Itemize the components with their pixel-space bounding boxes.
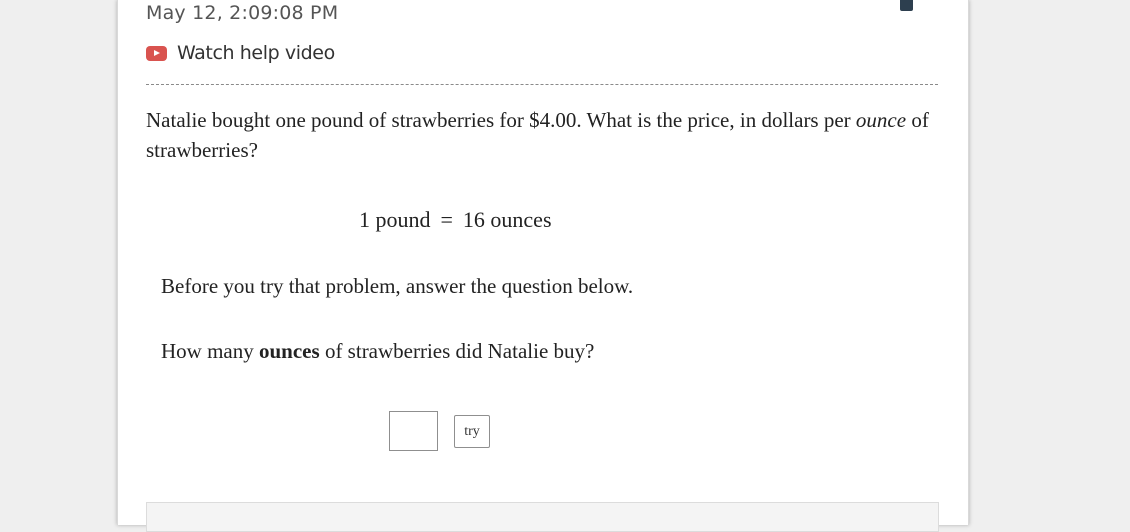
problem-emphasis: ounce <box>855 108 907 132</box>
play-video-icon[interactable] <box>146 45 167 61</box>
watch-help-video-label[interactable]: Watch help video <box>177 42 335 64</box>
instruction-text: Before you try that problem, answer the … <box>161 274 634 298</box>
bottom-panel <box>146 502 939 532</box>
question-before: How many <box>161 339 259 363</box>
lesson-card <box>117 0 969 525</box>
problem-statement: Natalie bought one pound of strawberries… <box>146 105 946 165</box>
question-text: How many ounces of strawberries did Nata… <box>161 336 594 366</box>
timestamp: May 12, 2:09:08 PM <box>146 2 339 24</box>
try-button[interactable]: try <box>454 415 490 448</box>
equation-right: 16 ounces <box>462 207 552 232</box>
divider <box>146 84 938 85</box>
equation-equals-sign: = <box>440 207 453 232</box>
question-bold: ounces <box>259 339 320 363</box>
question-after: of strawberries did Natalie buy? <box>319 339 595 363</box>
conversion-equation: 1 pound = 16 ounces <box>359 205 552 235</box>
corner-tab[interactable] <box>900 0 913 11</box>
problem-text-before: Natalie bought one pound of strawberries… <box>146 108 856 132</box>
answer-input[interactable] <box>389 411 438 451</box>
equation-left: 1 pound <box>359 207 431 232</box>
watch-help-video-link[interactable]: Watch help video <box>146 40 335 66</box>
